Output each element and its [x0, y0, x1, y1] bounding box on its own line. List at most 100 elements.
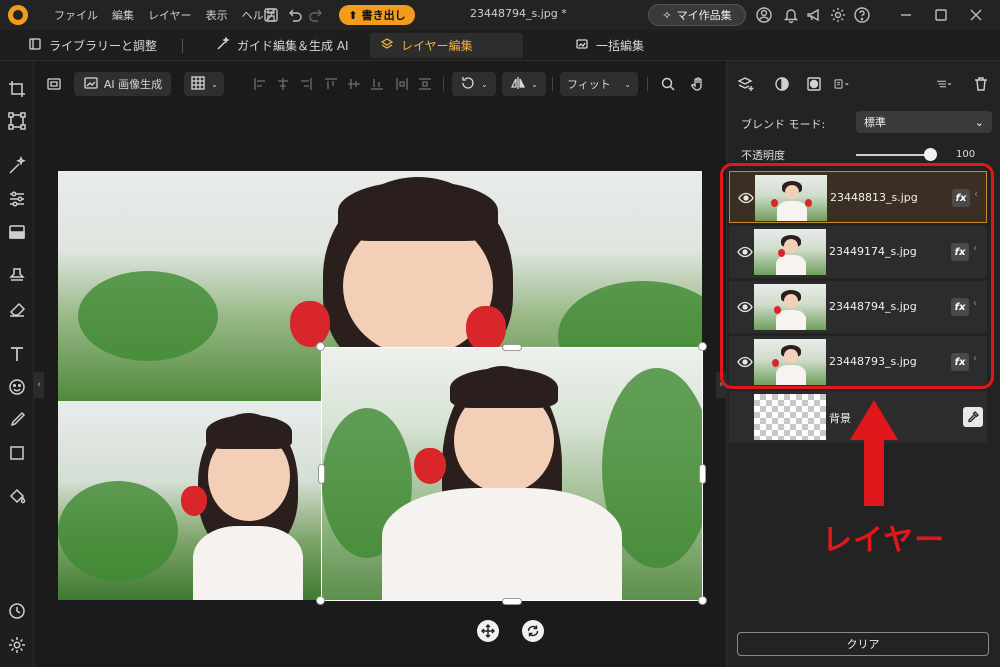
align-left-icon[interactable]: [253, 77, 267, 91]
collapse-left-panel-icon[interactable]: ‹: [34, 372, 44, 398]
layer-image-bottom-left[interactable]: [58, 401, 324, 600]
distribute-h-icon[interactable]: [395, 77, 409, 91]
adjust-sliders-icon[interactable]: [7, 189, 27, 209]
menu-file[interactable]: ファイル: [54, 7, 98, 23]
resize-handle-top-right[interactable]: [698, 342, 707, 351]
rotate-handle-icon[interactable]: [522, 620, 544, 642]
transform-icon[interactable]: [7, 111, 27, 131]
save-icon[interactable]: [262, 6, 280, 24]
redo-icon[interactable]: [308, 6, 326, 24]
layer-menu-icon[interactable]: [935, 75, 961, 93]
align-bottom-icon[interactable]: [370, 77, 384, 91]
grid-icon: [190, 75, 206, 94]
stamp-icon[interactable]: [7, 266, 27, 286]
zoom-magnifier-icon[interactable]: [656, 72, 680, 96]
menu-edit[interactable]: 編集: [112, 7, 134, 23]
minimize-icon[interactable]: [897, 6, 915, 24]
transparent-thumbnail: [754, 394, 826, 440]
my-works-button[interactable]: ✧ マイ作品集: [648, 4, 746, 26]
resize-handle-bottom[interactable]: [502, 598, 522, 605]
library-icon: [28, 37, 42, 54]
notification-bell-icon[interactable]: [782, 6, 800, 24]
menu-layer[interactable]: レイヤー: [148, 7, 192, 23]
tab-layer-edit[interactable]: レイヤー編集: [370, 33, 523, 58]
export-label: 書き出し: [361, 9, 406, 22]
grid-toggle-button[interactable]: ⌄: [184, 72, 224, 96]
undo-icon[interactable]: [285, 6, 303, 24]
close-icon[interactable]: [967, 6, 985, 24]
align-top-icon[interactable]: [324, 77, 338, 91]
tab-batch-edit-label: 一括編集: [596, 39, 645, 53]
chevron-down-icon: ⌄: [481, 79, 488, 89]
settings-gear-icon[interactable]: [829, 6, 847, 24]
sticker-icon[interactable]: [7, 377, 27, 397]
annotation-up-arrow: [850, 400, 898, 506]
ai-image-generate-label: AI 画像生成: [103, 78, 163, 91]
resize-handle-top[interactable]: [502, 344, 522, 351]
tab-guided-edit[interactable]: ガイド編集＆生成 AI: [206, 33, 359, 58]
history-icon[interactable]: [7, 601, 27, 621]
crop-icon[interactable]: [7, 79, 27, 99]
flip-button[interactable]: ⌄: [502, 72, 546, 96]
menu-bar: ファイル 編集 レイヤー 表示 ヘルプ: [54, 7, 275, 23]
brush-icon[interactable]: [7, 410, 27, 430]
mode-tab-bar: ライブラリーと調整 ガイド編集＆生成 AI レイヤー編集 一括編集: [0, 30, 1000, 61]
opacity-slider-track[interactable]: [856, 154, 930, 156]
fill-bucket-icon[interactable]: [7, 487, 27, 507]
export-button[interactable]: ⬆ 書き出し: [339, 5, 415, 25]
move-arrows-icon[interactable]: [477, 620, 499, 642]
layer-mask-icon[interactable]: [805, 75, 823, 93]
resize-handle-right[interactable]: [699, 464, 706, 484]
ai-image-generate-button[interactable]: AI 画像生成: [74, 72, 171, 96]
tab-library-label: ライブラリーと調整: [49, 39, 158, 53]
toolbar-divider: [443, 77, 444, 91]
blend-mode-value: 標準: [864, 116, 886, 129]
sparkle-icon: ✧: [662, 8, 672, 22]
image-canvas[interactable]: [58, 171, 702, 600]
opacity-label: 不透明度: [741, 149, 785, 162]
blend-mode-label: ブレンド モード:: [741, 118, 826, 131]
title-bar: ファイル 編集 レイヤー 表示 ヘルプ ⬆ 書き出し 23448794_s.jp…: [0, 0, 1000, 30]
tab-layer-edit-label: レイヤー編集: [401, 39, 473, 53]
my-works-label: マイ作品集: [676, 9, 732, 22]
add-layer-icon[interactable]: [737, 75, 755, 93]
eyedropper-icon[interactable]: [963, 407, 983, 427]
background-layer-name: 背景: [829, 412, 851, 425]
gradient-icon[interactable]: [7, 222, 27, 242]
resize-handle-bottom-right[interactable]: [698, 596, 707, 605]
layers-icon: [380, 37, 394, 54]
resize-handle-top-left[interactable]: [316, 342, 325, 351]
align-center-h-icon[interactable]: [276, 77, 290, 91]
rotate-button[interactable]: ⌄: [452, 72, 496, 96]
account-icon[interactable]: [755, 6, 773, 24]
layer-image-bottom-right[interactable]: [322, 348, 702, 600]
magic-wand-icon: [216, 36, 230, 54]
app-logo: [8, 5, 28, 25]
opacity-slider-thumb[interactable]: [923, 148, 937, 161]
resize-handle-left[interactable]: [318, 464, 325, 484]
tab-library[interactable]: ライブラリーと調整: [18, 33, 167, 58]
text-tool-icon[interactable]: [7, 344, 27, 364]
clear-button[interactable]: クリア: [737, 632, 989, 656]
shape-rectangle-icon[interactable]: [7, 443, 27, 463]
chevron-down-icon: ⌄: [974, 115, 984, 129]
canvas-size-icon[interactable]: [42, 72, 66, 96]
align-right-icon[interactable]: [299, 77, 313, 91]
adjustment-layer-icon[interactable]: [773, 75, 791, 93]
trash-icon[interactable]: [972, 75, 990, 93]
tab-batch-edit[interactable]: 一括編集: [565, 33, 654, 58]
magic-wand-tool-icon[interactable]: [7, 155, 27, 176]
preferences-gear-icon[interactable]: [7, 635, 27, 655]
align-middle-v-icon[interactable]: [347, 77, 361, 91]
maximize-icon[interactable]: [932, 6, 950, 24]
zoom-select[interactable]: フィット ⌄: [560, 72, 638, 96]
resize-handle-bottom-left[interactable]: [316, 596, 325, 605]
eraser-icon[interactable]: [7, 299, 27, 319]
menu-view[interactable]: 表示: [206, 7, 228, 23]
help-icon[interactable]: [853, 6, 871, 24]
layer-options-icon[interactable]: [833, 75, 859, 93]
megaphone-icon[interactable]: [805, 6, 823, 24]
hand-pan-icon[interactable]: [686, 72, 710, 96]
distribute-v-icon[interactable]: [418, 77, 432, 91]
blend-mode-select[interactable]: 標準 ⌄: [856, 111, 992, 133]
